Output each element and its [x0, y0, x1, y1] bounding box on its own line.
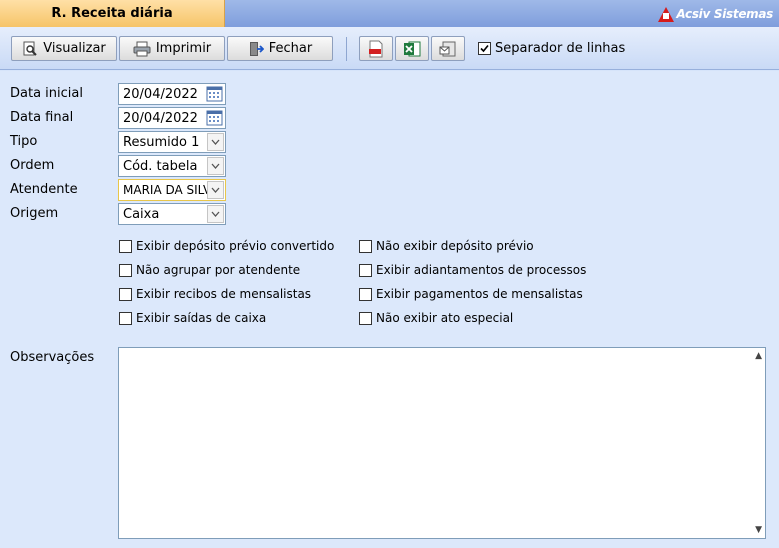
excel-icon: [404, 41, 421, 56]
checkbox-box[interactable]: [359, 263, 372, 277]
visualizar-button[interactable]: Visualizar: [11, 36, 117, 61]
ordem-label: Ordem: [10, 158, 55, 173]
pdf-icon: [369, 40, 383, 57]
checkbox-box[interactable]: [119, 263, 132, 277]
export-pdf-button[interactable]: [359, 36, 393, 61]
checkbox-box[interactable]: [359, 287, 372, 301]
window-title-tab[interactable]: R. Receita diária: [0, 0, 225, 27]
calendar-icon[interactable]: [206, 86, 223, 102]
atendente-select[interactable]: MARIA DA SILVA: [118, 179, 226, 201]
visualizar-label: Visualizar: [43, 41, 106, 56]
separador-de-linhas-checkbox[interactable]: Separador de linhas: [478, 41, 625, 56]
chevron-down-icon[interactable]: [207, 205, 224, 223]
export-excel-button[interactable]: [395, 36, 429, 61]
option-label: Exibir recibos de mensalistas: [136, 287, 312, 301]
data-final-label: Data final: [10, 110, 74, 125]
calendar-icon[interactable]: [206, 110, 223, 126]
tipo-label: Tipo: [10, 134, 38, 149]
atendente-value: MARIA DA SILVA: [123, 183, 219, 197]
option-label: Exibir pagamentos de mensalistas: [376, 287, 583, 301]
tipo-select[interactable]: Resumido 1: [118, 131, 226, 153]
ordem-value: Cód. tabela: [123, 158, 198, 174]
imprimir-label: Imprimir: [155, 41, 212, 56]
email-icon: [439, 41, 456, 56]
option-label: Exibir depósito prévio convertido: [136, 239, 335, 253]
checkbox-box[interactable]: [359, 311, 372, 325]
option-exibir-recibos-de-mensalistas[interactable]: Exibir recibos de mensalistas: [119, 287, 311, 301]
separador-label: Separador de linhas: [495, 41, 626, 56]
tipo-value: Resumido 1: [123, 134, 200, 150]
option-label: Exibir saídas de caixa: [136, 311, 267, 325]
checkbox-box[interactable]: [119, 311, 132, 325]
checkbox-box[interactable]: [119, 287, 132, 301]
data-inicial-input[interactable]: 20/04/2022: [118, 83, 226, 105]
option-exibir-saidas-de-caixa[interactable]: Exibir saídas de caixa: [119, 311, 266, 325]
checkbox-box[interactable]: [119, 239, 132, 253]
checkmark-icon: [480, 44, 489, 53]
option-exibir-adiantamentos-de-processos[interactable]: Exibir adiantamentos de processos: [359, 263, 586, 277]
acsiv-logo-icon: [658, 6, 675, 22]
report-form: Data inicial 20/04/2022 Data final 20/04…: [0, 71, 779, 548]
data-final-input[interactable]: 20/04/2022: [118, 107, 226, 129]
option-label: Exibir adiantamentos de processos: [376, 263, 587, 277]
observacoes-label: Observações: [10, 350, 95, 365]
option-nao-exibir-ato-especial[interactable]: Não exibir ato especial: [359, 311, 513, 325]
toolbar-separator: [346, 37, 347, 61]
title-bar: R. Receita diária Acsiv Sistemas: [0, 0, 779, 27]
printer-icon: [133, 41, 151, 56]
origem-label: Origem: [10, 206, 59, 221]
option-label: Não agrupar por atendente: [136, 263, 301, 277]
option-nao-agrupar-por-atendente[interactable]: Não agrupar por atendente: [119, 263, 300, 277]
fechar-label: Fechar: [268, 41, 313, 56]
chevron-down-icon[interactable]: [207, 157, 224, 175]
brand: Acsiv Sistemas: [658, 5, 773, 23]
scroll-up-icon[interactable]: ▲: [755, 351, 762, 361]
ordem-select[interactable]: Cód. tabela: [118, 155, 226, 177]
chevron-down-icon[interactable]: [207, 133, 224, 151]
send-email-button[interactable]: [431, 36, 465, 61]
scroll-down-icon[interactable]: ▼: [755, 525, 762, 535]
option-label: Não exibir depósito prévio: [376, 239, 534, 253]
option-label: Não exibir ato especial: [376, 311, 514, 325]
origem-select[interactable]: Caixa: [118, 203, 226, 225]
window-title: R. Receita diária: [51, 6, 173, 21]
data-inicial-value: 20/04/2022: [123, 86, 198, 102]
toolbar: Visualizar Imprimir Fechar Separador de …: [0, 27, 779, 70]
data-inicial-label: Data inicial: [10, 86, 83, 101]
checkbox-box[interactable]: [359, 239, 372, 253]
option-exibir-pagamentos-de-mensalistas[interactable]: Exibir pagamentos de mensalistas: [359, 287, 583, 301]
brand-name: Acsiv Sistemas: [676, 7, 773, 21]
data-final-value: 20/04/2022: [123, 110, 198, 126]
exit-door-icon: [249, 41, 264, 56]
origem-value: Caixa: [123, 206, 160, 222]
preview-icon: [23, 41, 37, 56]
fechar-button[interactable]: Fechar: [227, 36, 333, 61]
checkbox-box[interactable]: [478, 42, 491, 55]
option-exibir-deposito-previo-convertido[interactable]: Exibir depósito prévio convertido: [119, 239, 334, 253]
imprimir-button[interactable]: Imprimir: [119, 36, 225, 61]
chevron-down-icon[interactable]: [207, 181, 224, 199]
atendente-label: Atendente: [10, 182, 78, 197]
observacoes-textarea[interactable]: ▲ ▼: [118, 347, 766, 539]
option-nao-exibir-deposito-previo[interactable]: Não exibir depósito prévio: [359, 239, 534, 253]
